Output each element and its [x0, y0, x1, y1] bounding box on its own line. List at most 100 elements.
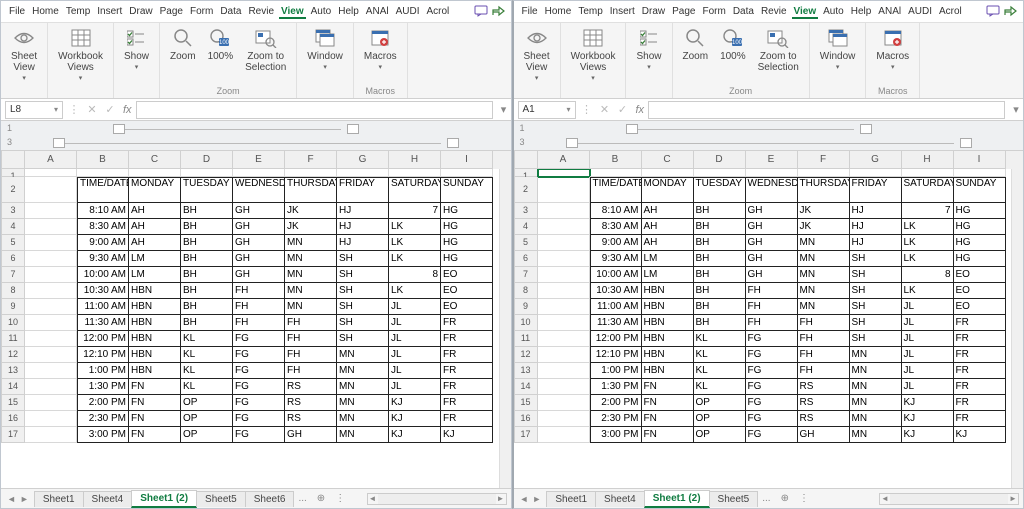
- menu-data[interactable]: Data: [731, 4, 756, 19]
- cell[interactable]: GH: [233, 219, 285, 235]
- row-5[interactable]: 59:00 AMAHBHGHMNHJLKHG: [514, 235, 1024, 251]
- row-1[interactable]: 1: [514, 169, 1024, 177]
- cell[interactable]: FN: [642, 411, 694, 427]
- cell[interactable]: [590, 169, 642, 177]
- cell[interactable]: [538, 395, 590, 411]
- cell[interactable]: HG: [954, 235, 1006, 251]
- row-3[interactable]: 38:10 AMAHBHGHJKHJ7HG: [1, 203, 511, 219]
- cell[interactable]: FH: [798, 363, 850, 379]
- cell[interactable]: 12:10 PM: [77, 347, 129, 363]
- cell[interactable]: 8:10 AM: [590, 203, 642, 219]
- cell[interactable]: 2:00 PM: [590, 395, 642, 411]
- row-12[interactable]: 1212:10 PMHBNKLFGFHMNJLFR: [1, 347, 511, 363]
- cell[interactable]: OP: [694, 395, 746, 411]
- cell[interactable]: MN: [337, 427, 389, 443]
- cell[interactable]: MN: [337, 379, 389, 395]
- row-1[interactable]: 1: [1, 169, 511, 177]
- cell[interactable]: KL: [181, 331, 233, 347]
- cell[interactable]: [538, 203, 590, 219]
- fx-icon[interactable]: fx: [636, 104, 645, 116]
- cell[interactable]: [538, 331, 590, 347]
- cell[interactable]: AH: [129, 235, 181, 251]
- cell[interactable]: FG: [746, 411, 798, 427]
- cell[interactable]: [538, 283, 590, 299]
- cell[interactable]: EO: [441, 299, 493, 315]
- cell[interactable]: HJ: [337, 219, 389, 235]
- cell[interactable]: HG: [441, 235, 493, 251]
- cell[interactable]: SH: [850, 251, 902, 267]
- cell[interactable]: [25, 427, 77, 443]
- menu-form[interactable]: Form: [700, 4, 727, 19]
- cell[interactable]: [538, 219, 590, 235]
- col-header-E[interactable]: E: [233, 151, 285, 169]
- cell[interactable]: JL: [902, 315, 954, 331]
- cell[interactable]: [538, 177, 590, 203]
- cell[interactable]: FN: [642, 379, 694, 395]
- row-15[interactable]: 152:00 PMFNOPFGRSMNKJFR: [1, 395, 511, 411]
- comments-icon[interactable]: [474, 5, 488, 19]
- cancel-icon[interactable]: ✕: [596, 103, 614, 116]
- cell[interactable]: MN: [798, 251, 850, 267]
- cell[interactable]: FN: [129, 411, 181, 427]
- cell[interactable]: KJ: [954, 427, 1006, 443]
- zoom-selection-button[interactable]: Zoom to Selection: [239, 25, 292, 75]
- header-cell[interactable]: SATURDAY: [902, 177, 954, 203]
- cell[interactable]: FH: [746, 299, 798, 315]
- cell[interactable]: HBN: [642, 347, 694, 363]
- header-cell[interactable]: SATURDAY: [389, 177, 441, 203]
- col-header-D[interactable]: D: [694, 151, 746, 169]
- cell[interactable]: MN: [850, 363, 902, 379]
- cell[interactable]: FG: [233, 331, 285, 347]
- cell[interactable]: HJ: [850, 219, 902, 235]
- formula-input[interactable]: [136, 101, 493, 119]
- cell[interactable]: [25, 219, 77, 235]
- cell[interactable]: AH: [129, 219, 181, 235]
- cell[interactable]: SH: [337, 251, 389, 267]
- macros-button[interactable]: Macros▾: [358, 25, 403, 74]
- cell[interactable]: RS: [285, 395, 337, 411]
- header-cell[interactable]: TUESDAY: [694, 177, 746, 203]
- cell[interactable]: MN: [850, 347, 902, 363]
- cell[interactable]: GH: [746, 203, 798, 219]
- tab-prev-icon[interactable]: ◄: [520, 494, 529, 504]
- cell[interactable]: [25, 395, 77, 411]
- cell[interactable]: BH: [694, 251, 746, 267]
- window-button[interactable]: Window▾: [301, 25, 349, 74]
- cell[interactable]: MN: [798, 235, 850, 251]
- row-17[interactable]: 173:00 PMFNOPFGGHMNKJKJ: [1, 427, 511, 443]
- cell[interactable]: HJ: [337, 203, 389, 219]
- menu-form[interactable]: Form: [188, 4, 215, 19]
- cell[interactable]: [954, 169, 1006, 177]
- cell[interactable]: HG: [441, 203, 493, 219]
- col-header-A[interactable]: A: [25, 151, 77, 169]
- menu-page[interactable]: Page: [158, 4, 185, 19]
- header-cell[interactable]: TUESDAY: [181, 177, 233, 203]
- name-box[interactable]: A1▾: [518, 101, 576, 119]
- cell[interactable]: BH: [181, 203, 233, 219]
- confirm-icon[interactable]: ✓: [614, 103, 632, 116]
- cell[interactable]: 10:00 AM: [590, 267, 642, 283]
- cell[interactable]: HBN: [642, 363, 694, 379]
- menu-audi[interactable]: AUDI: [394, 4, 422, 19]
- window-button[interactable]: Window▾: [814, 25, 862, 74]
- cell[interactable]: 8:30 AM: [77, 219, 129, 235]
- cell[interactable]: JL: [389, 379, 441, 395]
- zoom-100-button[interactable]: 100100%: [714, 25, 752, 64]
- col-header-A[interactable]: A: [538, 151, 590, 169]
- row-16[interactable]: 162:30 PMFNOPFGRSMNKJFR: [514, 411, 1024, 427]
- zoom-button[interactable]: Zoom: [164, 25, 202, 64]
- vertical-scrollbar[interactable]: [499, 169, 511, 488]
- fx-icon[interactable]: fx: [123, 104, 132, 116]
- cell[interactable]: HBN: [642, 299, 694, 315]
- cell[interactable]: [25, 331, 77, 347]
- cell[interactable]: KJ: [441, 427, 493, 443]
- cell[interactable]: AH: [642, 235, 694, 251]
- cell[interactable]: FR: [954, 411, 1006, 427]
- cell[interactable]: HJ: [850, 203, 902, 219]
- cell[interactable]: [25, 315, 77, 331]
- cell[interactable]: RS: [798, 411, 850, 427]
- cell[interactable]: 9:30 AM: [590, 251, 642, 267]
- row-9[interactable]: 911:00 AMHBNBHFHMNSHJLEO: [514, 299, 1024, 315]
- cell[interactable]: SH: [337, 267, 389, 283]
- cell[interactable]: FR: [441, 379, 493, 395]
